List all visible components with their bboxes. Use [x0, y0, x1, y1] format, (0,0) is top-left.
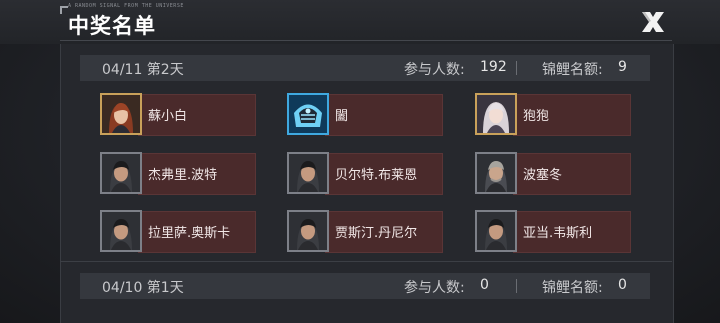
title-underline — [60, 40, 672, 41]
winner-card[interactable]: 贾斯汀.丹尼尔 — [287, 210, 443, 253]
quota-count: 9 — [618, 59, 627, 75]
day-date: 04/10 第1天 — [102, 280, 184, 296]
winner-name: 狍狍 — [523, 109, 550, 124]
day-date: 04/11 第2天 — [102, 62, 184, 78]
header-separator — [516, 61, 517, 75]
gray-hair-man-avatar-icon — [475, 152, 517, 194]
close-button[interactable] — [636, 8, 670, 36]
participants-count: 0 — [480, 277, 489, 293]
day-divider — [60, 261, 672, 262]
winner-name: 贾斯汀.丹尼尔 — [335, 226, 418, 241]
winner-name: 波塞冬 — [523, 168, 563, 183]
dark-hair-man-avatar-icon — [100, 210, 142, 252]
winner-card[interactable]: 波塞冬 — [475, 152, 631, 195]
winner-card[interactable]: 贝尔特.布莱恩 — [287, 152, 443, 195]
quota-label: 锦鲤名额: — [542, 62, 603, 78]
page-title: 中奖名单 — [68, 14, 156, 38]
quota-label: 锦鲤名额: — [542, 280, 603, 296]
winner-card[interactable]: 蘇小白 — [100, 93, 256, 136]
title-corner-deco — [60, 6, 68, 14]
title-tagline: A RANDOM SIGNAL FROM THE UNIVERSE — [68, 3, 184, 9]
winner-card[interactable]: 拉里萨.奥斯卡 — [100, 210, 256, 253]
winner-name: 拉里萨.奥斯卡 — [148, 226, 231, 241]
header-separator — [516, 279, 517, 293]
winner-name: 闔 — [335, 109, 349, 124]
quota-count: 0 — [618, 277, 627, 293]
participants-label: 参与人数: — [404, 280, 465, 296]
winner-name: 亚当.韦斯利 — [523, 226, 593, 241]
day-header: 04/11 第2天 参与人数: 192 锦鲤名额: 9 — [80, 55, 650, 81]
winner-card[interactable]: 杰弗里.波特 — [100, 152, 256, 195]
day-header: 04/10 第1天 参与人数: 0 锦鲤名额: 0 — [80, 273, 650, 299]
blue-mecha-mask-avatar-icon — [287, 93, 329, 135]
close-icon — [642, 12, 664, 32]
winner-card[interactable]: 亚当.韦斯利 — [475, 210, 631, 253]
dark-hair-man-avatar-icon — [475, 210, 517, 252]
dark-hair-man-avatar-icon — [287, 152, 329, 194]
winner-name: 杰弗里.波特 — [148, 168, 218, 183]
silver-hair-girl-avatar-icon — [475, 93, 517, 135]
dark-hair-man-avatar-icon — [287, 210, 329, 252]
red-hair-woman-avatar-icon — [100, 93, 142, 135]
winner-name: 蘇小白 — [148, 109, 188, 124]
dark-hair-man-avatar-icon — [100, 152, 142, 194]
participants-count: 192 — [480, 59, 507, 75]
title-bar: A RANDOM SIGNAL FROM THE UNIVERSE 中奖名单 — [0, 0, 720, 44]
winner-card[interactable]: 闔 — [287, 93, 443, 136]
participants-label: 参与人数: — [404, 62, 465, 78]
winner-card[interactable]: 狍狍 — [475, 93, 631, 136]
winner-name: 贝尔特.布莱恩 — [335, 168, 418, 183]
